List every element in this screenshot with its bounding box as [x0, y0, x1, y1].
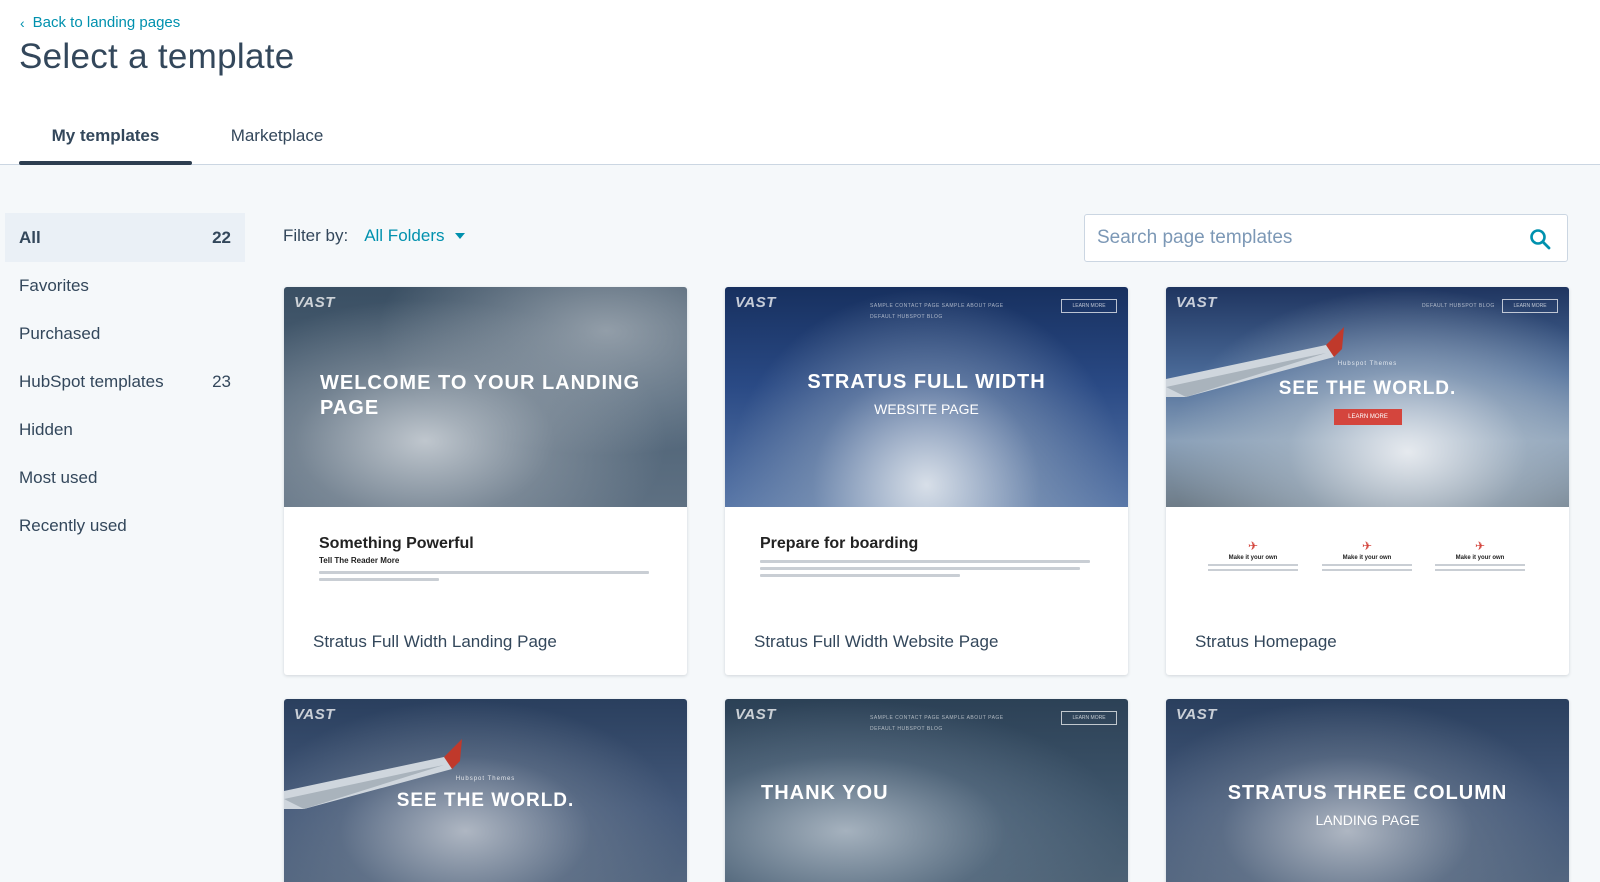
thumbnail-nav-button: LEARN MORE	[1502, 299, 1558, 313]
thumbnail-title: STRATUS FULL WIDTH	[807, 371, 1046, 393]
search-input[interactable]	[1097, 215, 1517, 261]
sidebar-item-hubspot-templates[interactable]: HubSpot templates 23	[5, 358, 245, 406]
thumbnail-title: WELCOME TO YOUR LANDING PAGE	[320, 372, 641, 419]
preview-text-line	[760, 567, 1080, 570]
folder-filter: Filter by: All Folders	[283, 226, 465, 246]
template-name: Stratus Full Width Website Page	[754, 632, 999, 651]
filter-label: Filter by:	[283, 226, 349, 245]
sidebar-item-label: HubSpot templates	[19, 372, 164, 391]
thumbnail-title: SEE THE WORLD.	[396, 790, 575, 811]
template-thumbnail: VAST DEFAULT HUBSPOT BLOG LEARN MORE Hub…	[1166, 287, 1569, 507]
sidebar-item-favorites[interactable]: Favorites	[5, 262, 245, 310]
preview-text-line	[1208, 569, 1298, 571]
thumbnail-nav-links: DEFAULT HUBSPOT BLOG	[870, 314, 943, 320]
thumbnail-logo: VAST	[294, 706, 335, 723]
thumbnail-nav-links: SAMPLE CONTACT PAGE SAMPLE ABOUT PAGE	[870, 303, 1004, 309]
thumbnail-nav-button: LEARN MORE	[1061, 711, 1117, 725]
search-box	[1084, 214, 1568, 262]
thumbnail-nav-links: SAMPLE CONTACT PAGE SAMPLE ABOUT PAGE	[870, 715, 1004, 721]
thumbnail-logo: VAST	[1176, 706, 1217, 723]
airplane-icon: ✈	[1247, 539, 1259, 553]
preview-text-line	[760, 574, 960, 577]
thumbnail-subtitle: LANDING PAGE	[1315, 812, 1420, 828]
page-title: Select a template	[19, 37, 295, 76]
back-link-label: Back to landing pages	[32, 14, 181, 31]
sidebar-item-most-used[interactable]: Most used	[5, 454, 245, 502]
template-preview-body: Prepare for boarding Stratus Full Width …	[725, 507, 1128, 651]
feature-title: Make it your own	[1342, 555, 1392, 561]
preview-subheading: Tell The Reader More	[319, 556, 400, 565]
folder-filter-value: All Folders	[364, 226, 445, 245]
sidebar-item-purchased[interactable]: Purchased	[5, 310, 245, 358]
airplane-icon: ✈	[1474, 539, 1486, 553]
template-card[interactable]: VAST Hubspot Themes SEE THE WORLD.	[284, 699, 687, 882]
preview-text-line	[760, 560, 1090, 563]
sidebar-item-label: Hidden	[19, 420, 73, 439]
template-sidebar: All 22 Favorites Purchased HubSpot templ…	[5, 213, 245, 550]
preview-text-line	[1322, 569, 1412, 571]
preview-text-line	[1322, 564, 1412, 566]
sidebar-item-label: All	[19, 227, 41, 247]
template-thumbnail: VAST SAMPLE CONTACT PAGE SAMPLE ABOUT PA…	[725, 699, 1128, 882]
tab-my-templates[interactable]: My templates	[19, 118, 192, 165]
thumbnail-title: STRATUS THREE COLUMN	[1227, 782, 1508, 804]
preview-heading: Prepare for boarding	[760, 535, 919, 552]
thumbnail-nav-links: DEFAULT HUBSPOT BLOG	[1422, 303, 1495, 309]
sidebar-item-hidden[interactable]: Hidden	[5, 406, 245, 454]
back-to-landing-pages-link[interactable]: ‹ Back to landing pages	[20, 14, 180, 31]
preview-text-line	[319, 571, 649, 574]
template-card[interactable]: VAST STRATUS THREE COLUMN LANDING PAGE	[1166, 699, 1569, 882]
thumbnail-logo: VAST	[735, 294, 776, 311]
preview-feature-column: ✈ Make it your own	[1430, 539, 1530, 571]
sidebar-item-count: 22	[212, 227, 231, 247]
sidebar-item-recently-used[interactable]: Recently used	[5, 502, 245, 550]
thumbnail-logo: VAST	[735, 706, 776, 723]
preview-text-line	[319, 578, 439, 581]
sidebar-item-label: Recently used	[19, 516, 127, 535]
template-thumbnail: VAST SAMPLE CONTACT PAGE SAMPLE ABOUT PA…	[725, 287, 1128, 507]
template-preview-body: Something Powerful Tell The Reader More …	[284, 507, 687, 651]
thumbnail-title: THANK YOU	[761, 782, 889, 804]
tab-marketplace[interactable]: Marketplace	[192, 118, 362, 165]
page-header: ‹ Back to landing pages Select a templat…	[0, 0, 1600, 165]
template-thumbnail: VAST WELCOME TO YOUR LANDING PAGE	[284, 287, 687, 507]
preview-heading: Something Powerful	[319, 535, 474, 552]
template-name: Stratus Full Width Landing Page	[313, 632, 557, 651]
sidebar-item-label: Favorites	[19, 276, 89, 295]
template-preview-body: ✈ Make it your own ✈ Make it your own ✈ …	[1166, 507, 1569, 651]
sidebar-item-label: Purchased	[19, 324, 101, 343]
search-icon[interactable]	[1528, 227, 1552, 251]
folder-filter-dropdown[interactable]: All Folders	[364, 226, 465, 246]
template-card[interactable]: VAST DEFAULT HUBSPOT BLOG LEARN MORE Hub…	[1166, 287, 1569, 675]
preview-text-line	[1208, 564, 1298, 566]
template-card[interactable]: VAST SAMPLE CONTACT PAGE SAMPLE ABOUT PA…	[725, 699, 1128, 882]
thumbnail-cta-button: LEARN MORE	[1334, 409, 1402, 425]
thumbnail-subtitle: WEBSITE PAGE	[874, 401, 979, 417]
preview-feature-column: ✈ Make it your own	[1317, 539, 1417, 571]
thumbnail-kicker: Hubspot Themes	[455, 776, 516, 782]
thumbnail-title: SEE THE WORLD.	[1278, 378, 1457, 399]
feature-title: Make it your own	[1228, 555, 1278, 561]
preview-text-line	[1435, 569, 1525, 571]
feature-title: Make it your own	[1455, 555, 1505, 561]
airplane-icon: ✈	[1361, 539, 1373, 553]
sidebar-item-label: Most used	[19, 468, 98, 487]
thumbnail-logo: VAST	[294, 294, 335, 311]
caret-down-icon	[454, 233, 465, 239]
sidebar-item-all[interactable]: All 22	[5, 213, 245, 262]
template-thumbnail: VAST Hubspot Themes SEE THE WORLD.	[284, 699, 687, 882]
preview-text-line	[1435, 564, 1525, 566]
thumbnail-logo: VAST	[1176, 294, 1217, 311]
template-card[interactable]: VAST WELCOME TO YOUR LANDING PAGE Someth…	[284, 287, 687, 675]
preview-feature-column: ✈ Make it your own	[1203, 539, 1303, 571]
sidebar-item-count: 23	[212, 372, 231, 391]
template-name: Stratus Homepage	[1195, 632, 1337, 651]
chevron-left-icon: ‹	[20, 14, 25, 31]
template-thumbnail: VAST STRATUS THREE COLUMN LANDING PAGE	[1166, 699, 1569, 882]
thumbnail-kicker: Hubspot Themes	[1337, 361, 1398, 367]
tab-bar: My templates Marketplace	[19, 118, 362, 165]
template-card[interactable]: VAST SAMPLE CONTACT PAGE SAMPLE ABOUT PA…	[725, 287, 1128, 675]
thumbnail-nav-button: LEARN MORE	[1061, 299, 1117, 313]
thumbnail-nav-links: DEFAULT HUBSPOT BLOG	[870, 726, 943, 732]
